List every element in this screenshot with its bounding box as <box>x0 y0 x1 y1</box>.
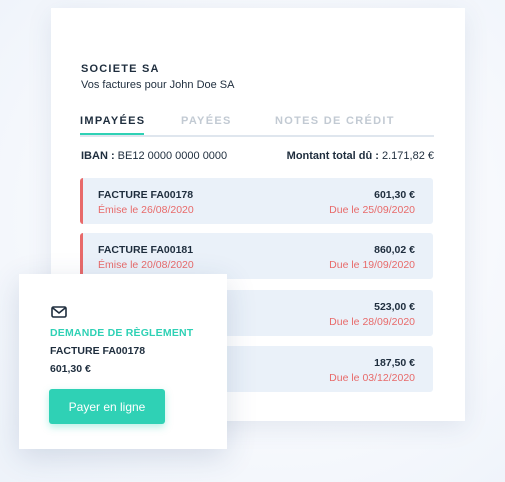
pay-online-button[interactable]: Payer en ligne <box>49 389 165 424</box>
tab-paid[interactable]: PAYÉES <box>181 115 232 127</box>
invoice-due-date: Due le 28/09/2020 <box>329 316 415 328</box>
total-due-label: Montant total dû : <box>286 150 379 162</box>
invoice-due-date: Due le 25/09/2020 <box>329 204 415 216</box>
envelope-icon <box>51 305 67 318</box>
invoice-tabs: IMPAYÉES PAYÉES NOTES DE CRÉDIT <box>80 115 434 137</box>
account-summary: IBAN : BE12 0000 0000 0000 Montant total… <box>81 150 434 164</box>
payment-request-invoice: FACTURE FA00178 <box>50 345 146 357</box>
company-name: SOCIETE SA <box>81 63 160 75</box>
active-tab-indicator <box>80 133 144 135</box>
invoice-amount: 860,02 € <box>374 244 415 256</box>
invoice-number: FACTURE FA00178 <box>98 189 194 201</box>
tab-credit-notes[interactable]: NOTES DE CRÉDIT <box>275 115 395 127</box>
iban-label: IBAN : <box>81 150 115 162</box>
payment-request-label: DEMANDE DE RÈGLEMENT <box>50 327 194 339</box>
invoice-row[interactable]: FACTURE FA00178 Émise le 26/08/2020 601,… <box>80 178 433 224</box>
invoices-subtitle: Vos factures pour John Doe SA <box>81 79 235 91</box>
payment-request-amount: 601,30 € <box>50 363 91 375</box>
invoice-amount: 601,30 € <box>374 189 415 201</box>
invoice-due-date: Due le 19/09/2020 <box>329 259 415 271</box>
invoice-amount: 187,50 € <box>374 357 415 369</box>
invoice-issued-date: Émise le 26/08/2020 <box>98 204 194 216</box>
invoice-amount: 523,00 € <box>374 301 415 313</box>
invoice-number: FACTURE FA00181 <box>98 244 194 256</box>
invoice-due-date: Due le 03/12/2020 <box>329 372 415 384</box>
invoice-row[interactable]: FACTURE FA00181 Émise le 20/08/2020 860,… <box>80 233 433 279</box>
total-due-value: 2.171,82 € <box>382 150 434 162</box>
total-due: Montant total dû : 2.171,82 € <box>287 150 434 162</box>
invoice-issued-date: Émise le 20/08/2020 <box>98 259 194 271</box>
iban-value: BE12 0000 0000 0000 <box>117 150 228 162</box>
tab-unpaid[interactable]: IMPAYÉES <box>80 115 145 127</box>
payment-request-card: DEMANDE DE RÈGLEMENT FACTURE FA00178 601… <box>19 274 227 449</box>
